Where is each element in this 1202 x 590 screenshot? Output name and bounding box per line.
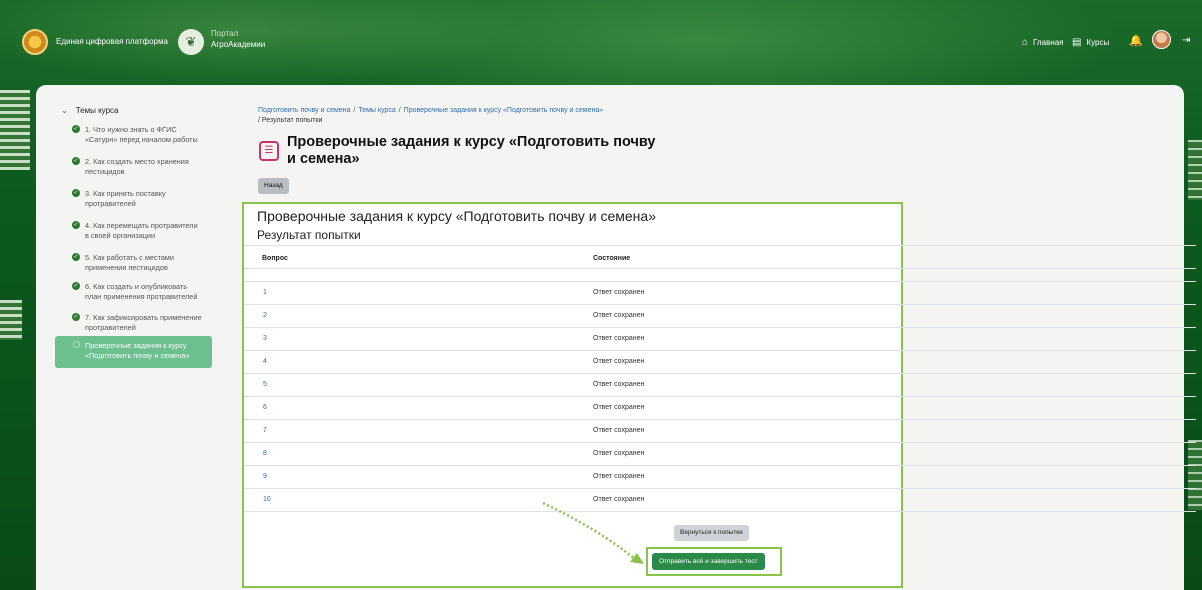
annotation-arrow: [542, 501, 644, 564]
